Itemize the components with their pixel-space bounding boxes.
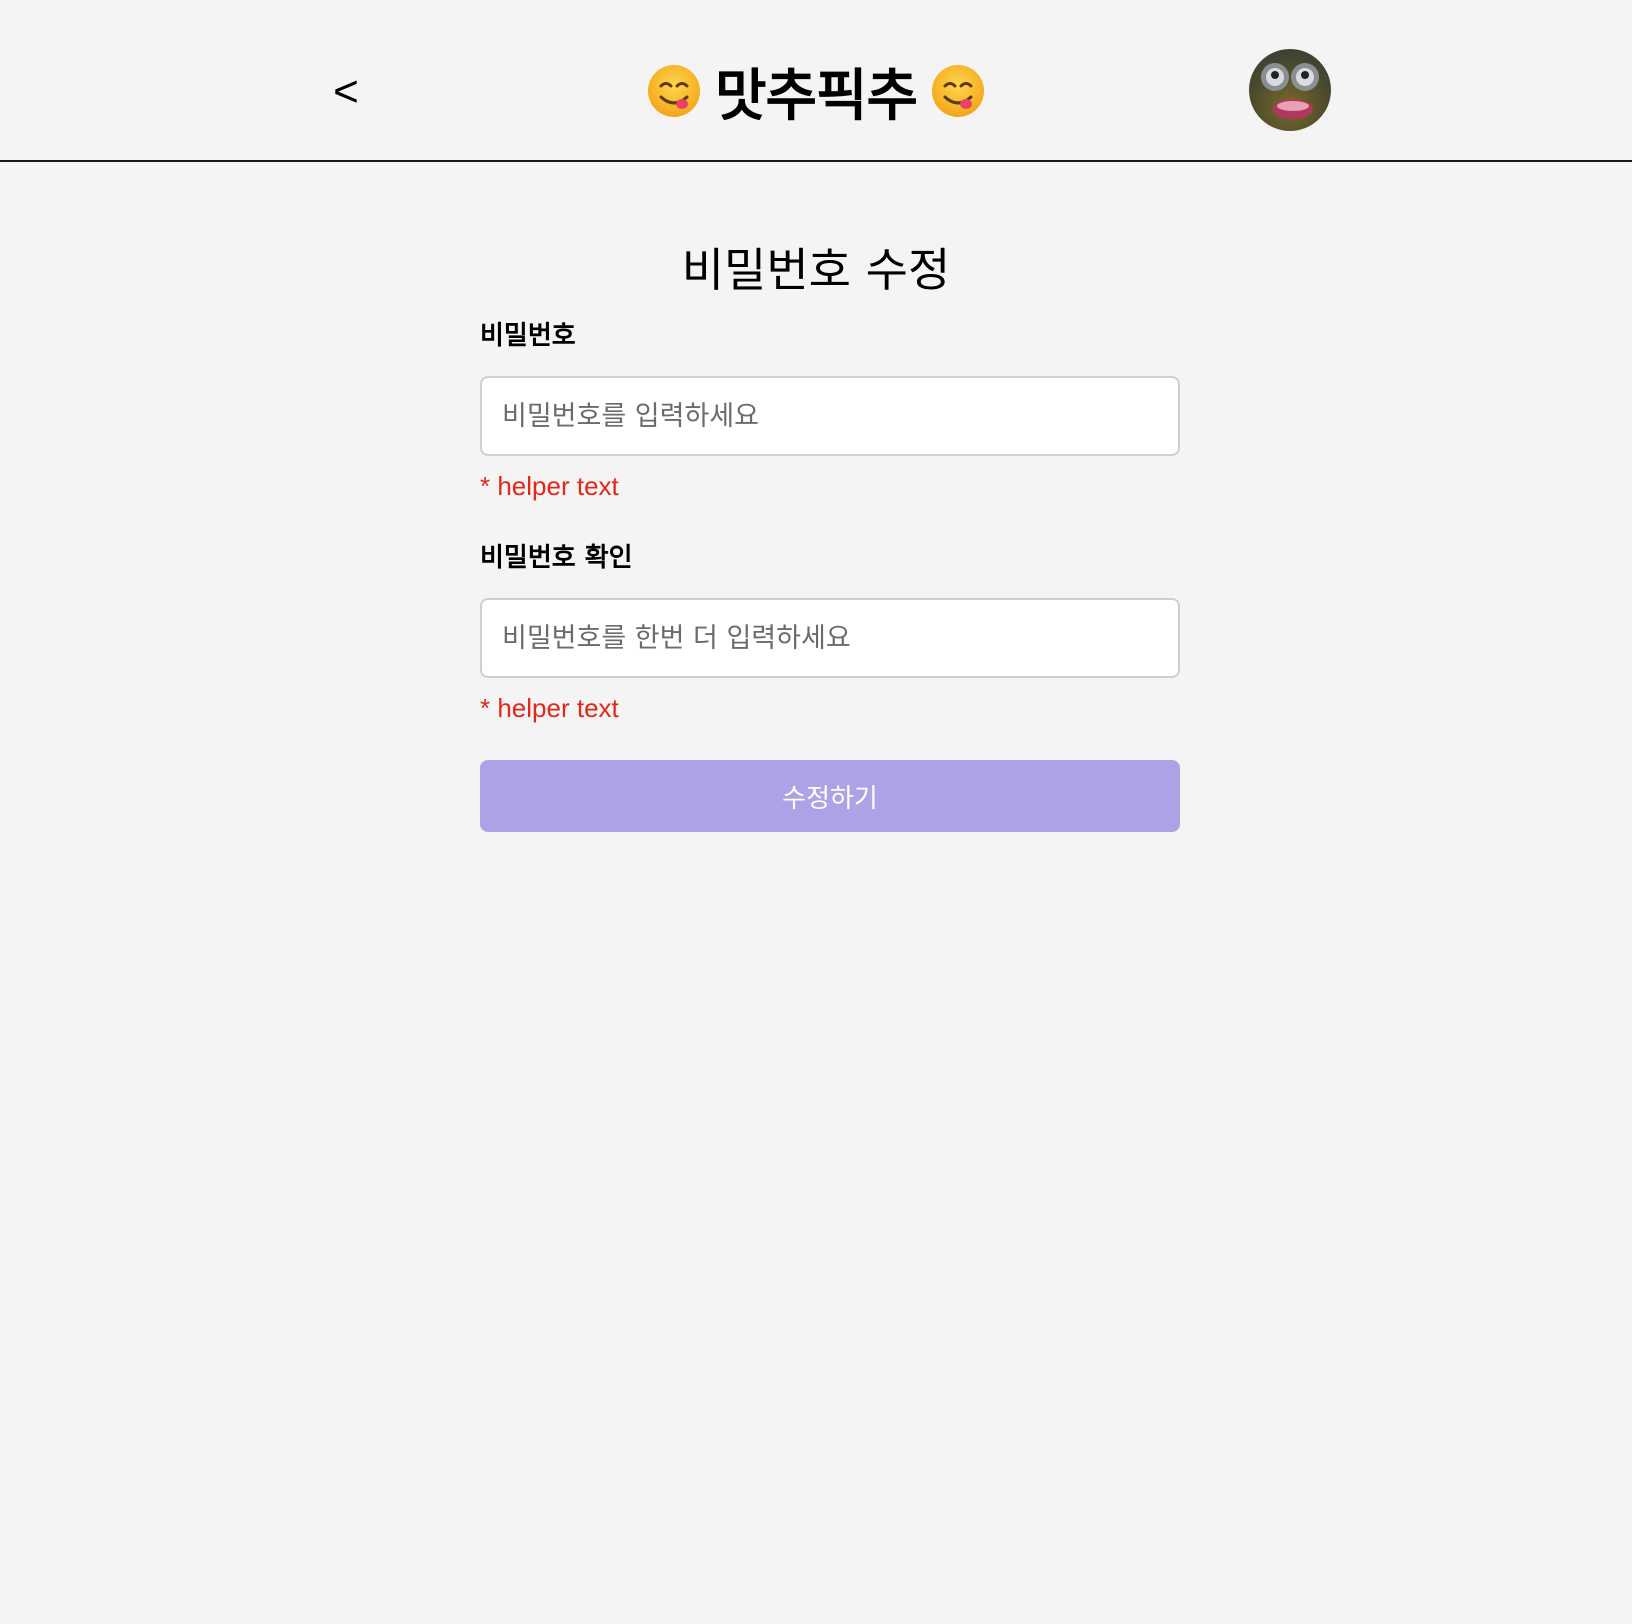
password-confirm-helper-text: * helper text — [480, 693, 619, 723]
face-savoring-food-icon — [931, 64, 985, 118]
page-title: 비밀번호 수정 — [681, 243, 951, 297]
password-label: 비밀번호 — [480, 321, 576, 351]
password-input[interactable] — [480, 376, 1180, 456]
app-header: < 맛추픽추 — [0, 0, 1632, 162]
password-helper-text: * helper text — [480, 471, 619, 501]
password-confirm-input[interactable] — [480, 598, 1180, 678]
user-avatar-icon[interactable] — [1249, 49, 1331, 131]
submit-button[interactable]: 수정하기 — [480, 760, 1180, 832]
password-edit-form: 비밀번호 수정 비밀번호 * helper text 비밀번호 확인 * hel… — [480, 230, 1180, 832]
password-confirm-label: 비밀번호 확인 — [480, 543, 633, 573]
face-savoring-food-icon — [647, 64, 701, 118]
brand: 맛추픽추 — [0, 56, 1632, 129]
brand-title: 맛추픽추 — [714, 63, 918, 129]
